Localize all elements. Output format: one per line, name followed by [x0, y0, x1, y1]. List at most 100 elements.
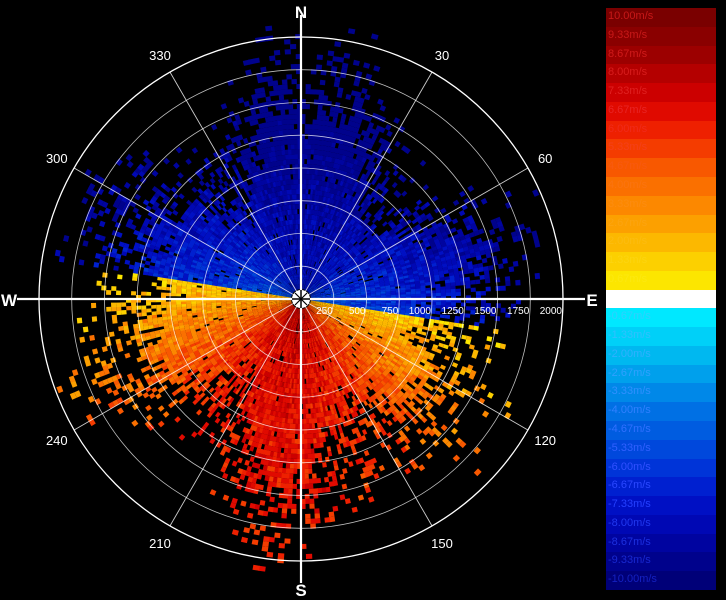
velocity-cell	[488, 228, 496, 236]
velocity-cell	[393, 117, 401, 124]
velocity-cell	[262, 464, 268, 471]
velocity-cell	[451, 218, 459, 225]
velocity-cell	[444, 355, 451, 361]
velocity-cell	[361, 429, 368, 436]
velocity-cell	[418, 464, 426, 472]
velocity-cell	[458, 210, 466, 217]
velocity-cell	[337, 87, 344, 94]
velocity-cell	[277, 502, 284, 509]
velocity-cell	[495, 285, 501, 291]
velocity-cell	[314, 513, 321, 519]
velocity-cell	[304, 388, 308, 394]
velocity-cell	[339, 494, 346, 501]
velocity-cell	[284, 538, 291, 544]
velocity-cell	[416, 428, 423, 435]
velocity-cell	[343, 457, 349, 464]
velocity-cell	[452, 199, 460, 206]
velocity-cell	[468, 324, 474, 330]
velocity-cell	[473, 325, 479, 331]
velocity-cell	[386, 420, 393, 427]
velocity-cell	[419, 159, 427, 167]
velocity-cell	[269, 496, 275, 503]
velocity-cell	[331, 475, 338, 482]
velocity-cell	[339, 432, 345, 439]
velocity-cell	[324, 476, 330, 483]
velocity-cell	[303, 418, 307, 424]
velocity-cell	[455, 288, 461, 293]
velocity-cell	[410, 294, 416, 297]
velocity-cell	[304, 458, 309, 464]
velocity-cell	[480, 198, 488, 205]
velocity-cell	[293, 458, 298, 464]
velocity-cell	[422, 326, 428, 331]
velocity-cell	[333, 111, 339, 118]
velocity-cell	[445, 289, 451, 294]
velocity-cell	[312, 473, 317, 479]
velocity-cell	[357, 494, 365, 501]
velocity-cell	[324, 517, 331, 523]
velocity-cell	[321, 110, 327, 116]
velocity-cell	[394, 140, 401, 148]
velocity-cell	[293, 453, 298, 459]
velocity-cell	[502, 258, 508, 264]
velocity-cell	[249, 456, 255, 463]
velocity-cell	[334, 102, 341, 108]
velocity-cell	[495, 303, 501, 309]
velocity-cell	[347, 28, 356, 35]
velocity-cell	[285, 463, 291, 469]
velocity-cell	[461, 334, 467, 340]
velocity-cell	[303, 403, 306, 409]
velocity-cell	[332, 505, 339, 512]
velocity-cell	[392, 170, 399, 177]
velocity-cell	[253, 529, 261, 536]
velocity-cell	[308, 488, 314, 494]
velocity-cell	[267, 481, 273, 487]
velocity-cell	[309, 503, 315, 509]
velocity-cell	[305, 513, 311, 519]
velocity-cell	[452, 417, 460, 425]
velocity-cell	[481, 257, 488, 264]
velocity-cell	[361, 87, 368, 95]
velocity-cell	[303, 433, 308, 439]
velocity-cell	[267, 506, 274, 513]
velocity-cell	[370, 33, 379, 40]
velocity-cell	[307, 448, 312, 454]
velocity-cell	[303, 408, 306, 414]
velocity-cell	[484, 278, 491, 284]
velocity-cell	[452, 454, 461, 462]
velocity-cell	[326, 446, 332, 452]
velocity-cell	[425, 293, 431, 297]
velocity-cell	[479, 318, 485, 324]
velocity-cell	[415, 293, 421, 297]
velocity-cell	[277, 553, 285, 559]
velocity-cell	[364, 94, 371, 101]
velocity-cell	[482, 410, 490, 418]
velocity-cell	[465, 313, 471, 318]
velocity-cell	[263, 536, 270, 542]
velocity-cell	[386, 130, 393, 137]
velocity-cell	[343, 52, 351, 59]
velocity-cell	[302, 353, 304, 359]
velocity-cell	[459, 190, 466, 198]
velocity-cell	[327, 471, 333, 477]
velocity-cell	[515, 279, 521, 286]
velocity-cell	[328, 481, 334, 487]
velocity-cell	[422, 184, 430, 191]
velocity-cell	[306, 378, 309, 384]
velocity-cell	[244, 459, 250, 466]
velocity-cell	[249, 502, 256, 509]
velocity-cell	[345, 94, 352, 100]
velocity-cell	[403, 425, 411, 432]
velocity-cell	[278, 492, 284, 499]
velocity-cell	[419, 438, 427, 445]
velocity-cell	[486, 336, 493, 342]
velocity-cell	[435, 292, 441, 297]
velocity-cell	[475, 279, 481, 285]
velocity-cell	[257, 509, 264, 516]
velocity-cell	[305, 89, 311, 95]
velocity-cell	[305, 104, 310, 110]
velocity-cell	[305, 84, 311, 90]
velocity-cell	[319, 79, 326, 86]
velocity-cell	[468, 268, 474, 274]
velocity-cell	[435, 335, 442, 340]
